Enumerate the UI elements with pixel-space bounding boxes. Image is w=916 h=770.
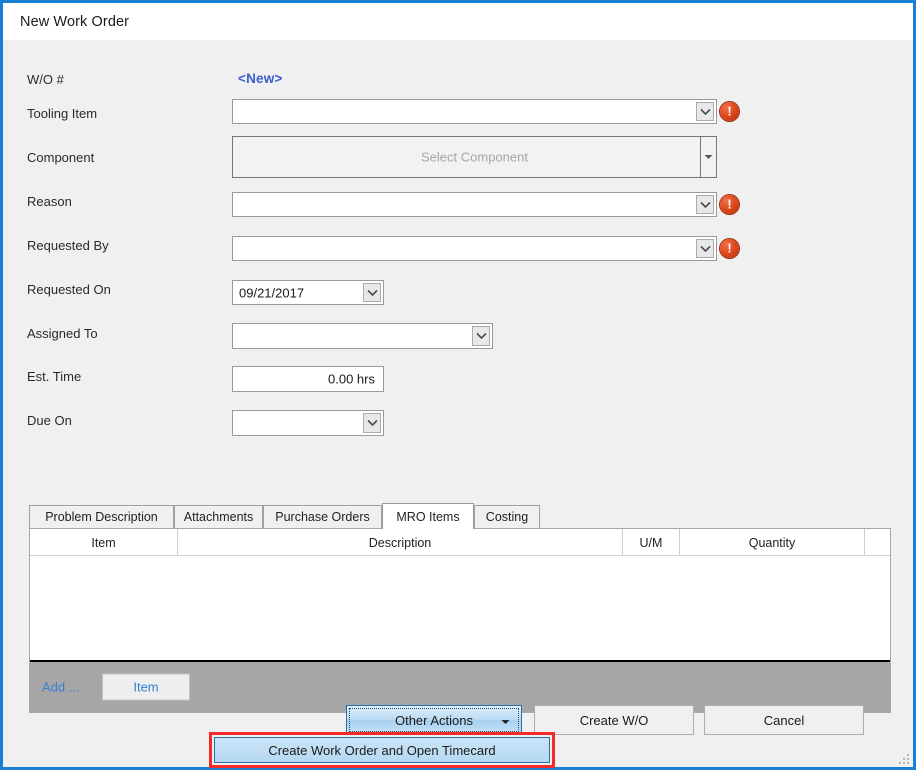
label-requested-on: Requested On	[27, 282, 111, 297]
other-actions-split-button[interactable]: Other Actions	[346, 705, 522, 735]
error-icon-requested-by: !	[720, 239, 739, 258]
caret-down-icon[interactable]	[501, 713, 510, 728]
tab-label: Attachments	[183, 510, 254, 524]
est-time-value: 0.00 hrs	[328, 371, 375, 387]
wo-number-value: <New>	[238, 71, 283, 86]
dialog-client-area: W/O # <New> Tooling Item ! Component Sel…	[3, 40, 913, 768]
cancel-button[interactable]: Cancel	[704, 705, 864, 735]
grid-body-empty[interactable]	[30, 556, 890, 659]
grid-column-description[interactable]: Description	[178, 529, 623, 556]
mro-items-grid: Item Description U/M Quantity Add ... It…	[29, 528, 891, 713]
grid-column-quantity[interactable]: Quantity	[680, 529, 865, 556]
grid-column-label: Description	[368, 535, 432, 550]
component-picker[interactable]: Select Component	[232, 136, 717, 178]
cancel-label: Cancel	[763, 712, 805, 728]
reason-combobox[interactable]	[232, 192, 717, 217]
label-due-on: Due On	[27, 413, 72, 428]
label-tooling-item: Tooling Item	[27, 106, 98, 121]
grid-column-label: Item	[91, 535, 116, 550]
menu-item-label: Create Work Order and Open Timecard	[268, 742, 496, 758]
label-wo-number: W/O #	[27, 72, 64, 87]
label-assigned-to: Assigned To	[27, 326, 98, 341]
window-title: New Work Order	[20, 14, 130, 30]
chevron-down-icon[interactable]	[363, 413, 381, 433]
grid-column-label: U/M	[639, 535, 663, 550]
add-item-button[interactable]: Item	[102, 673, 190, 701]
create-wo-label: Create W/O	[579, 712, 649, 728]
chevron-down-icon[interactable]	[472, 326, 490, 346]
tooling-item-combobox[interactable]	[232, 99, 717, 124]
tab-problem-description[interactable]: Problem Description	[29, 505, 174, 528]
error-glyph: !	[727, 240, 732, 256]
requested-on-value: 09/21/2017	[239, 285, 305, 300]
error-icon-reason: !	[720, 195, 739, 214]
tab-label: MRO Items	[396, 509, 460, 524]
label-component: Component	[27, 150, 95, 165]
tabstrip: Problem Description Attachments Purchase…	[29, 503, 891, 529]
label-requested-by: Requested By	[27, 238, 109, 253]
label-reason: Reason	[27, 194, 72, 209]
error-glyph: !	[727, 196, 732, 212]
requested-on-datepicker[interactable]: 09/21/2017	[232, 280, 384, 305]
resize-grip[interactable]	[896, 751, 909, 764]
grid-column-label: Quantity	[748, 535, 796, 550]
grid-column-um[interactable]: U/M	[623, 529, 680, 556]
tab-label: Purchase Orders	[275, 510, 370, 524]
tab-label: Problem Description	[45, 510, 158, 524]
menu-item-create-wo-open-timecard[interactable]: Create Work Order and Open Timecard	[214, 737, 550, 763]
tab-costing[interactable]: Costing	[474, 505, 540, 528]
chevron-down-icon[interactable]	[696, 239, 714, 258]
label-est-time: Est. Time	[27, 369, 82, 384]
new-work-order-window: New Work Order W/O # <New> Tooling Item …	[0, 0, 916, 770]
grid-header-row: Item Description U/M Quantity	[30, 529, 890, 556]
tab-mro-items[interactable]: MRO Items	[382, 503, 474, 529]
grid-column-spacer	[865, 529, 890, 556]
chevron-down-icon[interactable]	[696, 195, 714, 214]
chevron-down-icon[interactable]	[696, 102, 714, 121]
chevron-down-icon[interactable]	[363, 283, 381, 302]
add-label[interactable]: Add ...	[42, 680, 80, 695]
assigned-to-combobox[interactable]	[232, 323, 493, 349]
tab-purchase-orders[interactable]: Purchase Orders	[263, 505, 382, 528]
tab-label: Costing	[485, 510, 529, 524]
tab-attachments[interactable]: Attachments	[174, 505, 263, 528]
est-time-textbox[interactable]: 0.00 hrs	[232, 366, 384, 392]
requested-by-combobox[interactable]	[232, 236, 717, 261]
window-titlebar: New Work Order	[3, 3, 913, 40]
error-glyph: !	[727, 103, 732, 119]
add-item-button-label: Item	[133, 679, 159, 695]
component-dropdown-arrow-icon[interactable]	[700, 136, 717, 178]
component-placeholder: Select Component	[421, 149, 528, 165]
grid-column-item[interactable]: Item	[30, 529, 178, 556]
other-actions-label: Other Actions	[394, 712, 474, 728]
create-wo-button[interactable]: Create W/O	[534, 705, 694, 735]
error-icon-tooling-item: !	[720, 102, 739, 121]
due-on-datepicker[interactable]	[232, 410, 384, 436]
